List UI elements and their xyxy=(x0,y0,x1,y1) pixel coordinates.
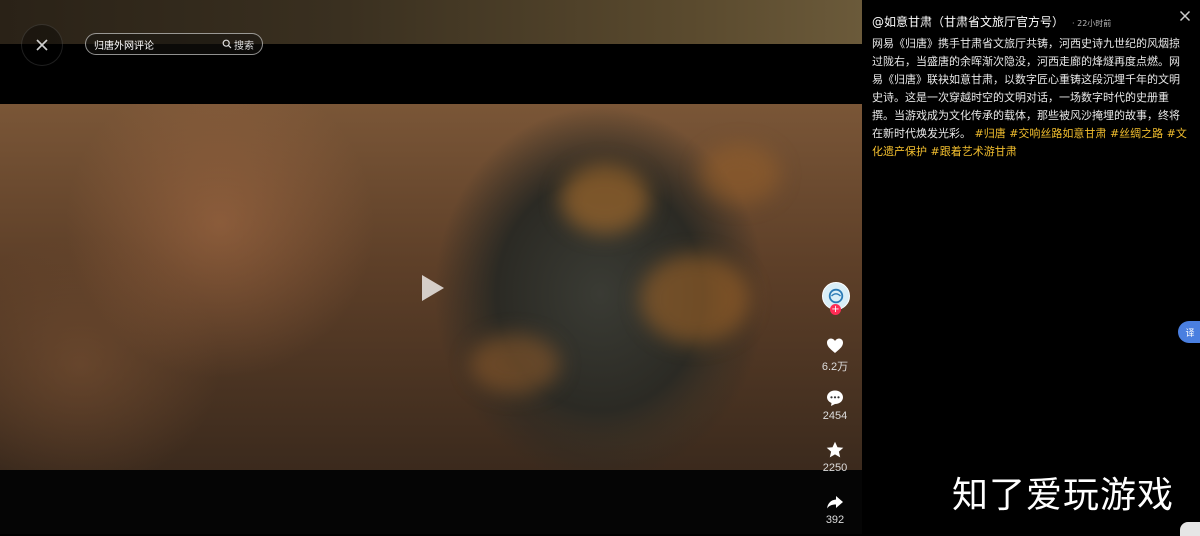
search-button-label: 搜索 xyxy=(234,40,254,52)
hashtag-link[interactable]: #交响丝路如意甘肃 xyxy=(1009,127,1106,140)
watermark-text: 知了爱玩游戏 xyxy=(952,475,1175,516)
hashtag-link[interactable]: #跟着艺术游甘肃 xyxy=(931,145,1017,158)
play-icon[interactable] xyxy=(420,273,446,303)
author-row: @如意甘肃（甘肃省文旅厅官方号） · 22小时前 xyxy=(872,13,1111,30)
comment-button[interactable]: 2454 xyxy=(815,388,855,422)
post-time: · 22小时前 xyxy=(1072,19,1112,28)
logo-icon xyxy=(828,288,844,304)
favorite-button[interactable]: 2250 xyxy=(815,440,855,474)
comment-count: 2454 xyxy=(822,410,848,422)
post-detail-panel: @如意甘肃（甘肃省文旅厅官方号） · 22小时前 网易《归唐》携手甘肃省文旅厅共… xyxy=(862,0,1200,534)
heart-icon xyxy=(827,338,843,353)
close-icon xyxy=(36,39,48,51)
star-icon xyxy=(826,441,844,458)
hashtag-link[interactable]: #丝绸之路 xyxy=(1110,127,1163,140)
follow-button[interactable]: + xyxy=(830,304,841,315)
share-button[interactable]: 392 xyxy=(815,492,855,526)
share-count: 392 xyxy=(825,514,845,526)
video-player[interactable]: 搜索 + 6.2万 2454 xyxy=(0,0,862,534)
like-count: 6.2万 xyxy=(821,361,849,373)
favorite-count: 2250 xyxy=(822,462,848,474)
video-bottom-band xyxy=(0,470,862,534)
hashtag-link[interactable]: #归唐 xyxy=(975,127,1006,140)
post-description: 网易《归唐》携手甘肃省文旅厅共铸，河西史诗九世纪的风烟掠过陇右，当盛唐的余晖渐次… xyxy=(872,35,1190,161)
translate-label: 译 xyxy=(1185,328,1195,339)
translate-button[interactable]: 译 xyxy=(1178,321,1200,343)
comment-icon xyxy=(827,390,843,406)
description-text: 网易《归唐》携手甘肃省文旅厅共铸，河西史诗九世纪的风烟掠过陇右，当盛唐的余晖渐次… xyxy=(872,37,1180,140)
author-avatar-wrap[interactable]: + xyxy=(822,282,850,315)
share-icon xyxy=(827,496,843,509)
close-video-button[interactable] xyxy=(21,24,63,66)
search-input[interactable] xyxy=(86,38,222,50)
search-icon xyxy=(222,39,232,49)
like-button[interactable]: 6.2万 xyxy=(815,336,855,374)
search-box[interactable]: 搜索 xyxy=(85,33,263,55)
search-button[interactable]: 搜索 xyxy=(222,37,254,52)
author-name[interactable]: @如意甘肃（甘肃省文旅厅官方号） xyxy=(872,13,1064,30)
close-icon[interactable] xyxy=(1179,10,1191,22)
